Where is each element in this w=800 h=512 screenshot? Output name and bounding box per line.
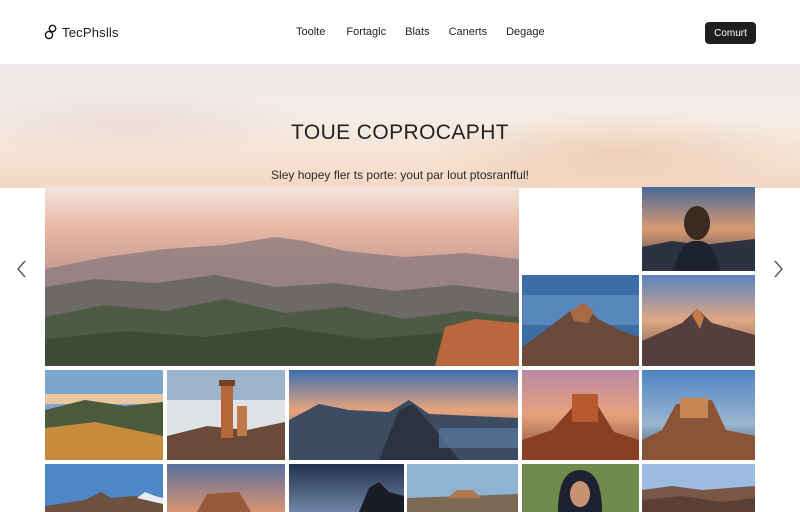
logo-icon <box>44 24 57 40</box>
photo-red-rock-formation[interactable] <box>522 370 639 460</box>
photo-night-rocks[interactable] <box>289 464 404 512</box>
photo-mountain-peak-blue[interactable] <box>45 464 163 512</box>
nav-item-5[interactable]: Degage <box>506 26 545 38</box>
nav-item-4[interactable]: Canerts <box>449 26 488 38</box>
nav-item-3[interactable]: Blats <box>405 26 429 38</box>
photo-rock-peak-blue-sky[interactable] <box>522 275 639 366</box>
nav-item-1[interactable]: Toolte <box>296 26 325 38</box>
contact-button[interactable]: Comurt <box>705 22 756 44</box>
logo-text: TecPhslls <box>62 24 119 40</box>
main-nav: Toolte Fortaglc Blats Canerts Degage <box>296 26 565 38</box>
photo-mountain-range-sunset[interactable] <box>45 187 519 366</box>
prev-arrow-button[interactable] <box>12 257 32 281</box>
photo-butte-at-twilight[interactable] <box>642 370 755 460</box>
nav-item-2[interactable]: Fortaglc <box>346 26 386 38</box>
photo-lighthouse-clouds[interactable] <box>167 370 285 460</box>
photo-mesa-landscape[interactable] <box>407 464 518 512</box>
hero-title: TOUE COPROCAPHT <box>291 121 509 144</box>
photo-coastal-mountains[interactable] <box>289 370 518 460</box>
next-arrow-button[interactable] <box>768 257 788 281</box>
photo-hooded-portrait[interactable] <box>522 464 639 512</box>
photo-woman-portrait-dusk[interactable] <box>642 187 755 271</box>
photo-canyon-vista[interactable] <box>642 464 755 512</box>
chevron-left-icon <box>17 260 26 278</box>
photo-rock-formation-dusk[interactable] <box>167 464 285 512</box>
photo-mountain-peak-sunset[interactable] <box>642 275 755 366</box>
photo-grassy-hills[interactable] <box>45 370 163 460</box>
hero-subtitle: Sley hopey fler ts porte: yout par lout … <box>271 168 529 182</box>
site-header: TecPhslls Toolte Fortaglc Blats Canerts … <box>0 0 800 64</box>
chevron-right-icon <box>774 260 783 278</box>
logo[interactable]: TecPhslls <box>44 24 119 40</box>
